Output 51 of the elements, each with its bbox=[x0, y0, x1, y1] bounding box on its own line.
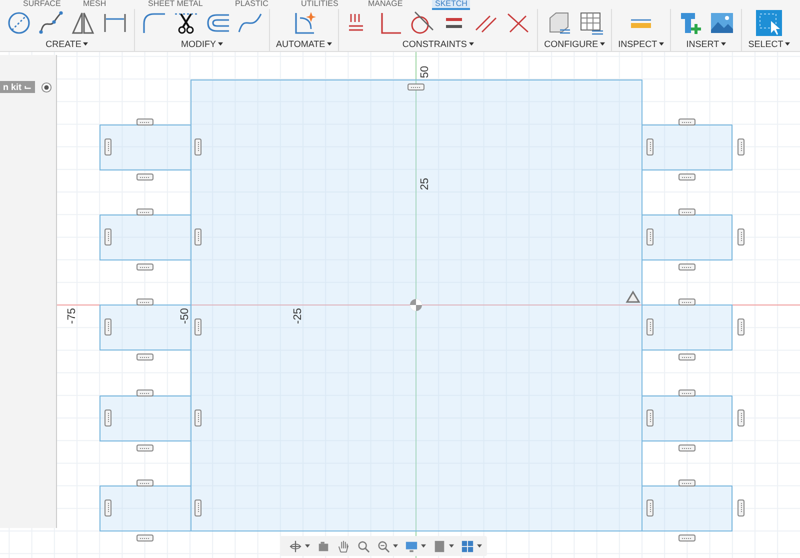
caret-icon bbox=[83, 42, 88, 46]
ruler-label: 25 bbox=[419, 178, 431, 190]
toolbar-group-menu[interactable]: INSPECT bbox=[618, 39, 664, 49]
ribbon-tab[interactable]: SHEET METAL bbox=[145, 0, 206, 8]
ribbon-tab[interactable]: SURFACE bbox=[20, 0, 64, 8]
ribbon-tab[interactable]: MESH bbox=[80, 0, 110, 8]
toolbar-group-menu[interactable]: MODIFY bbox=[181, 39, 223, 49]
zoom-icon[interactable] bbox=[357, 540, 370, 552]
camera-icon[interactable] bbox=[317, 540, 330, 552]
ribbon-tab[interactable]: PLASTIC bbox=[232, 0, 272, 8]
toolbar-group-menu[interactable]: CONSTRAINTS bbox=[402, 39, 474, 49]
caret-icon bbox=[785, 42, 790, 46]
horizontal-constraint-icon bbox=[408, 84, 424, 90]
tangent-icon[interactable] bbox=[409, 10, 436, 36]
grid-icon[interactable] bbox=[461, 540, 474, 552]
origin-icon bbox=[410, 299, 422, 311]
display-icon[interactable] bbox=[405, 540, 418, 552]
spline-icon[interactable] bbox=[38, 10, 64, 36]
table-icon[interactable] bbox=[578, 10, 604, 36]
toolbar-group-menu[interactable]: INSERT bbox=[686, 39, 726, 49]
style-icon[interactable] bbox=[433, 540, 446, 552]
ruler-label: 50 bbox=[419, 66, 431, 78]
caret-icon[interactable] bbox=[477, 544, 482, 548]
circle-icon[interactable] bbox=[6, 10, 32, 36]
radio-button[interactable] bbox=[41, 82, 52, 92]
caret-icon bbox=[327, 42, 332, 46]
orbit-icon[interactable] bbox=[289, 540, 302, 552]
caret-icon[interactable] bbox=[421, 544, 426, 548]
caret-icon bbox=[659, 42, 664, 46]
toolbar-group-menu[interactable]: AUTOMATE bbox=[276, 39, 332, 49]
caret-icon[interactable] bbox=[449, 544, 454, 548]
zoomwin-icon[interactable] bbox=[377, 540, 390, 552]
caret-icon bbox=[721, 42, 726, 46]
image-icon[interactable] bbox=[709, 10, 736, 36]
fillet-icon[interactable] bbox=[141, 10, 167, 36]
caret-icon bbox=[600, 42, 606, 46]
ribbon-tab[interactable]: MANAGE bbox=[365, 0, 406, 8]
select-icon[interactable] bbox=[756, 10, 782, 36]
ribbon-tab[interactable]: UTILITIES bbox=[298, 0, 342, 8]
caret-icon[interactable] bbox=[305, 544, 310, 548]
ruler-label: -50 bbox=[179, 308, 191, 324]
hand-icon[interactable] bbox=[337, 540, 350, 552]
caret-icon bbox=[468, 42, 474, 46]
toolbar-group-menu[interactable]: CONFIGURE bbox=[544, 39, 606, 49]
toolbar-group-menu[interactable]: SELECT bbox=[748, 39, 790, 49]
ruler-label: -75 bbox=[66, 308, 78, 324]
ruler-label: -25 bbox=[292, 308, 304, 324]
caret-icon[interactable] bbox=[393, 544, 398, 548]
toolbar-group-menu[interactable]: CREATE bbox=[46, 39, 88, 49]
caret-icon bbox=[218, 42, 223, 46]
mirror-icon[interactable] bbox=[70, 10, 96, 36]
